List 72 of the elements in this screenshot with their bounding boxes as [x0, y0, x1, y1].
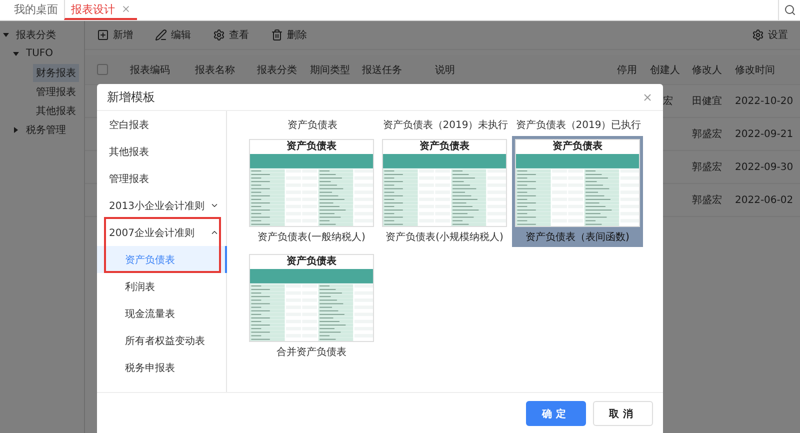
settings-icon [752, 29, 764, 41]
checkbox[interactable] [97, 64, 108, 75]
table-cell-text: 郭盛宏 [692, 128, 723, 141]
preview-title: 资产负债表 [286, 140, 336, 154]
table-cell-text: 郭盛宏 [692, 160, 723, 174]
template-caption: 资产负债表（表间函数) [526, 230, 630, 244]
tree-item[interactable]: 管理报表 [33, 82, 79, 100]
dialog-title: 新增模板 [107, 88, 155, 106]
menu-item[interactable]: 2013小企业会计准则 [97, 192, 227, 219]
template-caption: 合并资产负债表 [276, 346, 346, 359]
caret-icon[interactable] [3, 32, 9, 36]
menu-item[interactable]: 2007企业会计准则 [97, 219, 227, 246]
settings-button[interactable]: 设置 [752, 28, 788, 42]
column-header: 停用 [617, 64, 638, 76]
template-caption: 资产负债表（2019）已执行 [514, 118, 642, 132]
table-cell-text: 2022-06-02 [735, 194, 794, 206]
table-cell-text: 田健宜 [692, 94, 723, 108]
column-header: 报表编码 [130, 64, 171, 76]
template-card[interactable]: 资产负债表 资产负债表（表间函数) [512, 136, 643, 247]
search-icon[interactable] [784, 4, 796, 16]
template-caption: 资产负债表(小规模纳税人) [386, 230, 504, 244]
tree-item[interactable]: TUFO [23, 46, 56, 61]
submenu-item[interactable]: 所有者权益变动表 [97, 327, 227, 354]
table-cell-text: 2022-09-21 [735, 128, 794, 140]
submenu-item[interactable]: 现金流量表 [97, 300, 227, 327]
tree-item[interactable]: 其他报表 [33, 102, 79, 120]
page-tab[interactable]: 我的桌面 [8, 0, 64, 20]
page-tab[interactable]: 报表设计 [64, 0, 137, 20]
close-icon[interactable] [121, 4, 131, 14]
column-header: 修改人 [692, 64, 723, 76]
toolbar-button[interactable]: 新增 [97, 28, 133, 42]
template-caption: 资产负债表(一般纳税人) [258, 230, 366, 244]
close-icon[interactable] [642, 92, 653, 102]
table-cell-text: 郭盛宏 [692, 194, 723, 207]
submenu-item[interactable]: 资产负债表 [97, 246, 227, 273]
toolbar-button[interactable]: 删除 [271, 28, 307, 42]
preview-title: 资产负债表 [420, 140, 470, 154]
column-header: 期间类型 [310, 64, 351, 76]
menu-item[interactable]: 管理报表 [97, 165, 227, 192]
add-icon [97, 29, 109, 41]
menu-item[interactable]: 空白报表 [97, 111, 227, 138]
confirm-button[interactable]: 确定 [526, 401, 586, 426]
preview-title: 资产负债表 [552, 140, 602, 154]
caret-icon[interactable] [14, 126, 18, 132]
column-header: 报表名称 [195, 64, 236, 76]
column-header: 创建人 [650, 64, 681, 76]
pen-icon [155, 29, 167, 41]
gear-icon [213, 29, 225, 41]
toolbar-button[interactable]: 编辑 [155, 28, 191, 42]
cancel-button[interactable]: 取消 [593, 401, 653, 426]
table-cell-text: 2022-09-30 [735, 162, 794, 172]
template-card[interactable]: 资产负债表 资产负债表(一般纳税人) [246, 136, 377, 247]
tree-item[interactable]: 报表分类 [13, 26, 59, 44]
table-cell-text: 2022-10-20 [735, 96, 794, 106]
column-header: 报送任务 [362, 64, 403, 76]
column-header: 修改时间 [735, 64, 776, 76]
template-caption: 资产负债表 [286, 118, 338, 132]
submenu-item[interactable]: 利润表 [97, 273, 227, 300]
template-card[interactable]: 资产负债表 资产负债表(小规模纳税人) [379, 136, 510, 247]
preview-title: 资产负债表 [286, 255, 336, 269]
column-header: 说明 [435, 64, 456, 76]
tree-item[interactable]: 税务管理 [23, 120, 69, 138]
submenu-item[interactable]: 税务申报表 [97, 354, 227, 381]
menu-item[interactable]: 其他报表 [97, 138, 227, 165]
toolbar-button[interactable]: 查看 [213, 28, 249, 42]
trash-icon [271, 29, 283, 41]
tree-item[interactable]: 财务报表 [33, 64, 79, 82]
template-card[interactable]: 资产负债表 合并资产负债表 [246, 251, 377, 362]
column-header: 报表分类 [257, 64, 298, 76]
table-cell-text: 宏 [662, 94, 674, 108]
caret-icon[interactable] [13, 52, 19, 56]
template-caption: 资产负债表（2019）未执行 [382, 118, 510, 132]
